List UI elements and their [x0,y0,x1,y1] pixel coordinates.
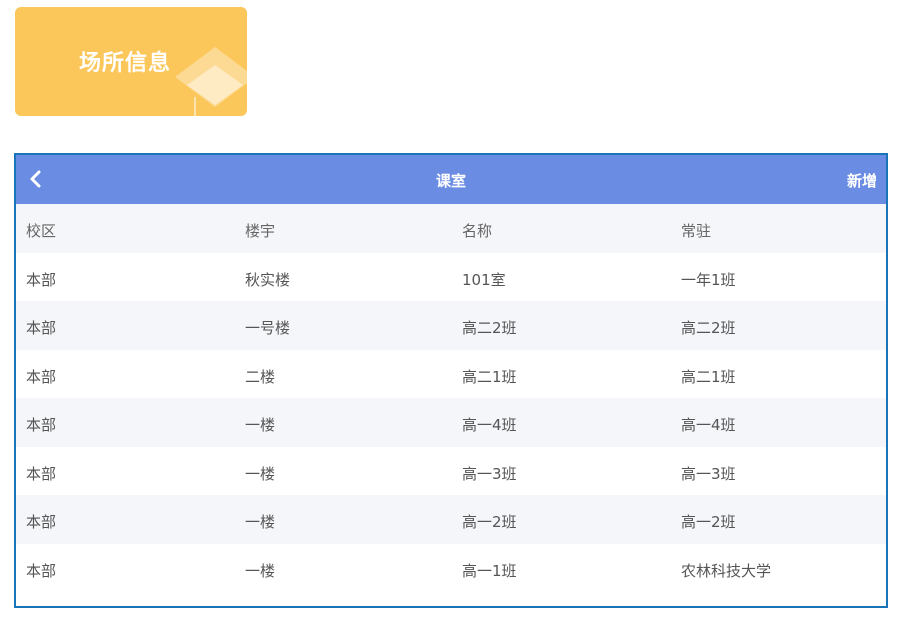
name-cell: 101室 [462,270,506,289]
name-cell: 高一4班 [462,416,517,434]
building-cell: 秋实楼 [245,270,291,289]
campus-cell: 本部 [26,367,57,386]
resident-cell: 一年1班 [681,270,736,289]
campus-cell: 本部 [26,513,57,531]
table-row[interactable]: 本部 秋实楼 101室 一年1班 [16,252,886,301]
resident-cell: 高一3班 [681,464,736,483]
campus-cell: 本部 [26,319,57,337]
place-info-tile[interactable]: 场所信息 [15,7,247,116]
building-cell: 一号楼 [245,319,291,337]
building-cell: 一楼 [245,416,276,434]
table-row[interactable]: 本部 一号楼 高二2班 高二2班 [16,301,886,350]
name-cell: 高二1班 [462,367,517,386]
classroom-table: 校区 楼宇 名称 常驻 本部 秋实楼 101室 一年1班 本部 一号楼 高二2班… [16,204,886,592]
table-row[interactable]: 本部 一楼 高一1班 农林科技大学 [16,543,886,592]
column-header-building: 楼宇 [245,222,276,240]
name-cell: 高一2班 [462,513,517,531]
campus-cell: 本部 [26,561,57,580]
table-row[interactable]: 本部 一楼 高一2班 高一2班 [16,495,886,544]
column-header-resident: 常驻 [681,222,712,240]
resident-cell: 高二2班 [681,319,736,337]
building-cell: 二楼 [245,367,276,386]
table-row[interactable]: 本部 一楼 高一4班 高一4班 [16,398,886,447]
column-header-name: 名称 [462,222,493,240]
table-row[interactable]: 本部 一楼 高一3班 高一3班 [16,446,886,495]
table-header-row: 校区 楼宇 名称 常驻 [16,204,886,253]
resident-cell: 高一4班 [681,416,736,434]
name-cell: 高一3班 [462,464,517,483]
building-cell: 一楼 [245,513,276,531]
building-cell: 一楼 [245,464,276,483]
resident-cell: 农林科技大学 [681,561,772,580]
name-cell: 高一1班 [462,561,517,580]
table-row[interactable]: 本部 二楼 高二1班 高二1班 [16,349,886,398]
campus-cell: 本部 [26,270,57,289]
resident-cell: 高二1班 [681,367,736,386]
panel-header: 课室 新增 [16,155,886,204]
resident-cell: 高一2班 [681,513,736,531]
place-info-label: 场所信息 [79,51,172,76]
campus-cell: 本部 [26,416,57,434]
panel-title: 课室 [435,172,466,190]
building-cell: 一楼 [245,561,276,580]
campus-cell: 本部 [26,464,57,483]
add-button[interactable]: 新增 [847,170,877,191]
column-header-campus: 校区 [26,222,57,240]
name-cell: 高二2班 [462,319,517,337]
cube-icon [175,47,247,116]
classroom-panel: 课室 新增 校区 楼宇 名称 常驻 本部 秋实楼 101室 一年1班 本部 一号… [14,153,888,608]
